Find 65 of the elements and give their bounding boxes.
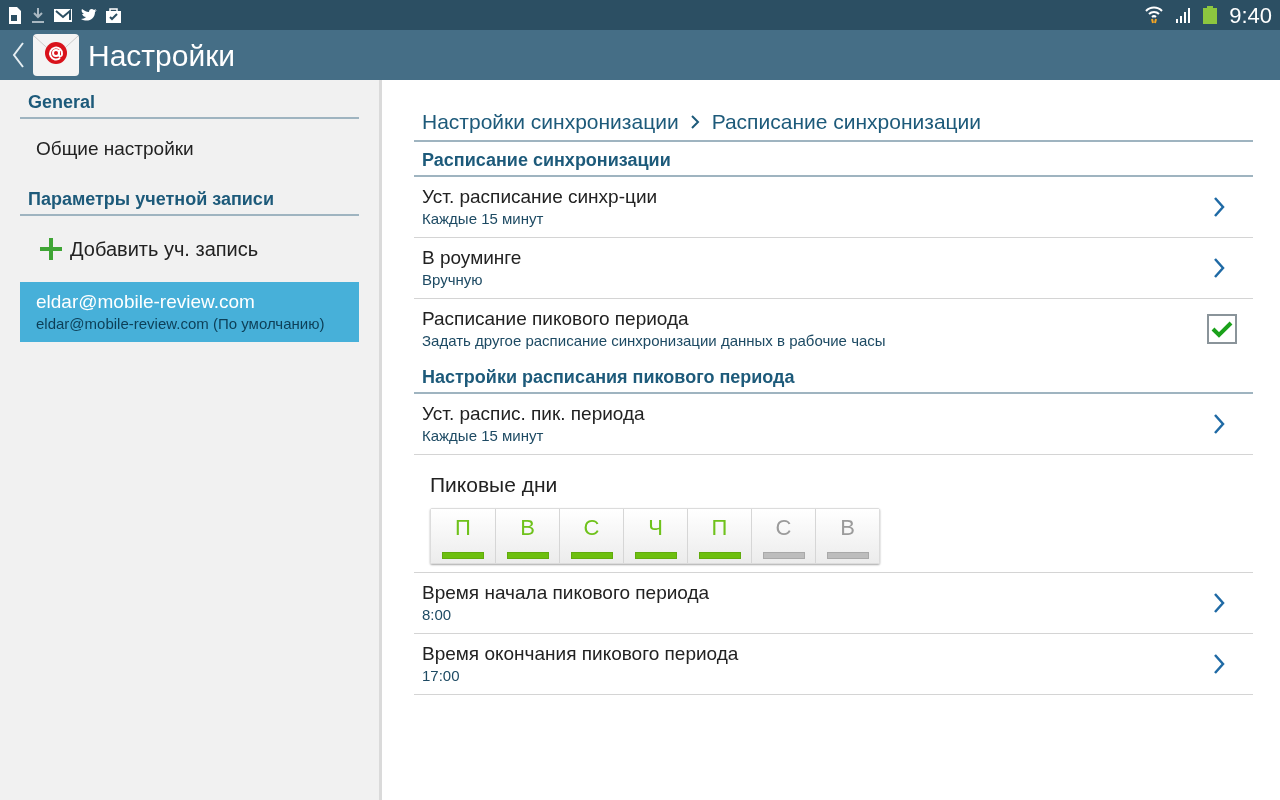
breadcrumb-item[interactable]: Настройки синхронизации — [422, 106, 679, 138]
sim-card-icon — [8, 6, 22, 24]
settings-row[interactable]: Уст. распис. пик. периода Каждые 15 минут — [414, 393, 1253, 455]
signal-icon — [1175, 7, 1192, 23]
day-indicator — [506, 552, 549, 559]
settings-row[interactable]: Время окончания пикового периода 17:00 — [414, 633, 1253, 695]
add-account-item[interactable]: Добавить уч. запись — [20, 216, 359, 282]
day-label: С — [775, 515, 792, 541]
setting-value: Задать другое расписание синхронизации данных в рабочие часы — [422, 330, 886, 351]
setting-value: 8:00 — [422, 604, 453, 625]
settings-row[interactable]: Уст. расписание синхр-ции Каждые 15 минут — [414, 176, 1253, 238]
battery-icon — [1203, 6, 1218, 24]
section-header: Настройки расписания пикового периода — [414, 358, 1253, 394]
section-header: Параметры учетной записи — [20, 185, 359, 216]
chevron-icon — [1213, 195, 1225, 218]
wifi-icon — [1145, 6, 1164, 24]
app-title: Настройки — [88, 37, 236, 74]
day-label: В — [840, 515, 855, 541]
day-label: Ч — [648, 515, 663, 541]
setting-title: В роуминге — [422, 245, 522, 270]
setting-value: Каждые 15 минут — [422, 425, 545, 446]
day-label: П — [711, 515, 728, 541]
chevron-icon — [1213, 412, 1225, 435]
plus-icon — [40, 238, 62, 260]
day-indicator — [826, 552, 869, 559]
chevron-icon — [1213, 591, 1225, 614]
day-label: В — [520, 515, 535, 541]
setting-title: Расписание пикового периода — [422, 306, 690, 331]
day-indicator — [570, 552, 613, 559]
checkbox[interactable] — [1207, 313, 1237, 344]
chevron-icon — [1213, 652, 1225, 675]
section-header: Расписание синхронизации — [414, 141, 1253, 177]
settings-row[interactable]: Расписание пикового периода Задать другое расписание синхронизации данных в рабочие часы — [414, 298, 1253, 359]
back-icon[interactable] — [12, 42, 24, 68]
account-subtitle: eldar@mobile-review.com (По умолчанию) — [36, 314, 326, 334]
setting-value: 17:00 — [422, 665, 461, 686]
sidebar-item[interactable]: Общие настройки — [20, 119, 359, 179]
shopping-bag-icon — [106, 7, 121, 23]
setting-title: Время начала пикового периода — [422, 580, 710, 605]
day-label: С — [583, 515, 600, 541]
day-indicator — [442, 552, 484, 559]
day-indicator — [698, 552, 741, 559]
section-title: Пиковые дни — [430, 471, 559, 498]
section-header: General — [20, 88, 359, 119]
account-email: eldar@mobile-review.com — [36, 290, 256, 314]
chevron-icon — [1213, 256, 1225, 279]
chevron-icon — [690, 114, 700, 129]
setting-value: Вручную — [422, 269, 484, 290]
setting-title: Уст. распис. пик. периода — [422, 401, 645, 426]
setting-title: Уст. расписание синхр-ции — [422, 184, 658, 209]
setting-value: Каждые 15 минут — [422, 208, 545, 229]
day-label: П — [455, 515, 471, 541]
settings-row[interactable]: В роуминге Вручную — [414, 237, 1253, 299]
add-account-label: Добавить уч. запись — [70, 237, 259, 262]
day-indicator — [762, 552, 805, 559]
setting-title: Время окончания пикового периода — [422, 641, 739, 666]
download-icon — [31, 7, 45, 23]
mail-app-icon — [32, 33, 80, 77]
mail-icon — [54, 8, 72, 22]
account-item[interactable]: eldar@mobile-review.com eldar@mobile-review.com (По умолчанию) — [20, 282, 359, 342]
settings-row[interactable]: Время начала пикового периода 8:00 — [414, 572, 1253, 634]
breadcrumb-item[interactable]: Расписание синхронизации — [711, 106, 982, 138]
day-indicator — [634, 552, 677, 559]
clock-time: 9:40 — [1229, 1, 1272, 30]
bird-icon — [81, 8, 97, 22]
